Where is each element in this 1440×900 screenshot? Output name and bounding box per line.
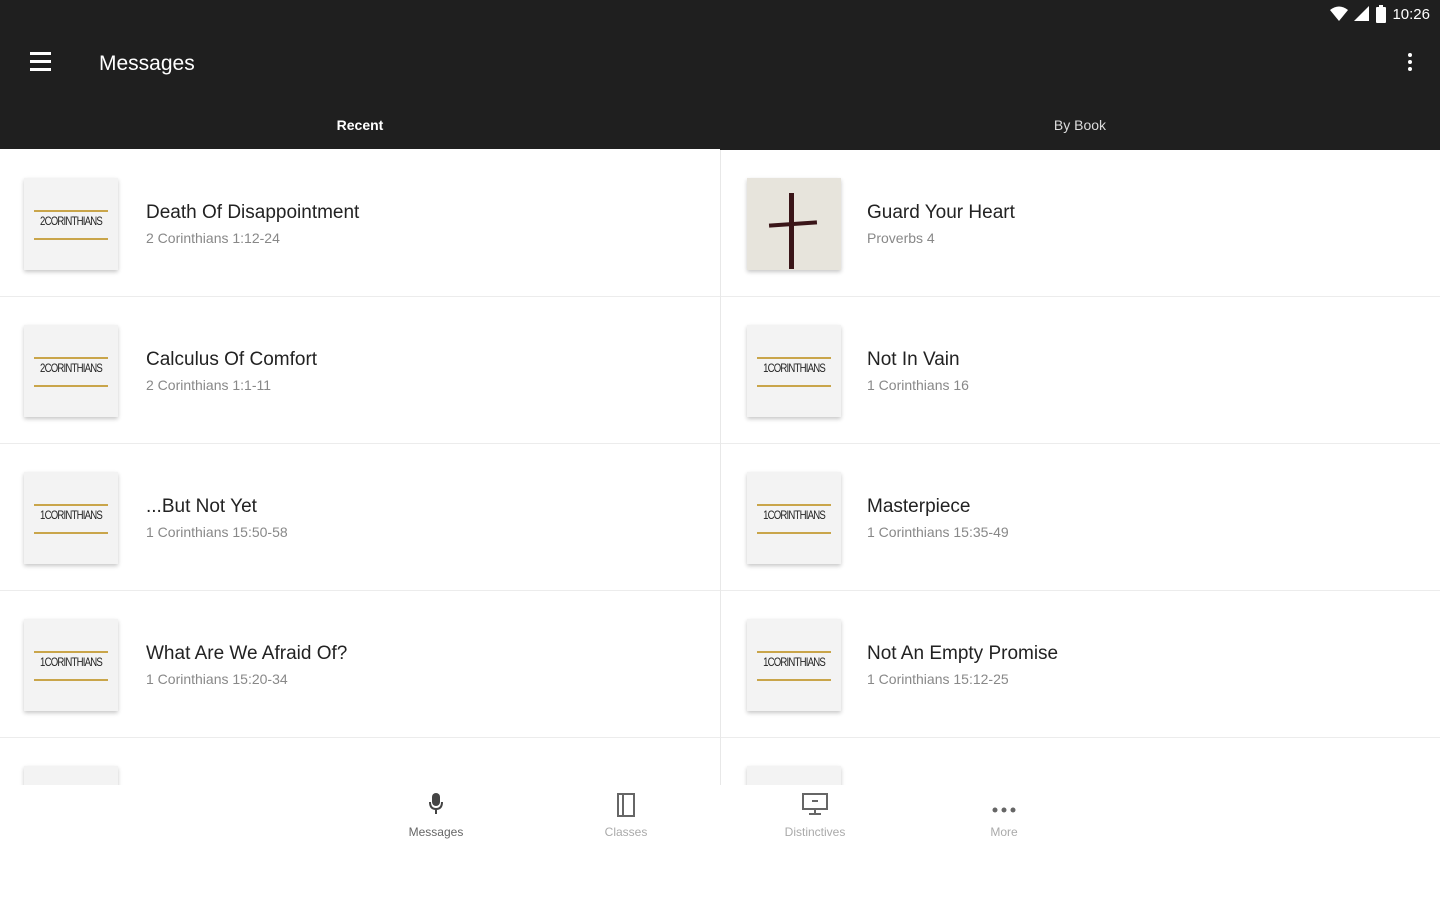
tab-recent[interactable]: Recent bbox=[0, 100, 720, 152]
message-reference: 1 Corinthians 15:35-49 bbox=[867, 524, 1009, 540]
messages-column-right: Guard Your Heart Proverbs 4 1CORINTHIANS… bbox=[721, 150, 1440, 785]
nav-messages[interactable]: Messages bbox=[376, 793, 496, 841]
status-time: 10:26 bbox=[1392, 5, 1430, 23]
list-item[interactable]: 1CORINTHIANS What Are We Afraid Of? 1 Co… bbox=[0, 591, 720, 738]
signal-icon bbox=[1354, 6, 1370, 21]
wifi-icon bbox=[1330, 6, 1349, 21]
nav-label: More bbox=[990, 825, 1018, 839]
battery-icon bbox=[1376, 5, 1387, 23]
message-reference: 2 Corinthians 1:1-11 bbox=[146, 377, 272, 393]
list-item[interactable]: 1CORINTHIANS Not An Empty Promise 1 Cori… bbox=[721, 591, 1440, 738]
book-icon bbox=[566, 793, 686, 823]
message-title: Calculus Of Comfort bbox=[146, 349, 318, 370]
message-reference: 1 Corinthians 15:20-34 bbox=[146, 671, 288, 687]
message-reference: 1 Corinthians 15:50-58 bbox=[146, 524, 288, 540]
message-thumbnail: 2CORINTHIANS bbox=[24, 325, 118, 417]
menu-icon[interactable] bbox=[26, 52, 56, 78]
message-thumbnail: 1CORINTHIANS bbox=[747, 619, 841, 711]
list-item[interactable] bbox=[0, 738, 720, 785]
tab-by-book[interactable]: By Book bbox=[720, 100, 1440, 150]
message-thumbnail: 1CORINTHIANS bbox=[24, 619, 118, 711]
message-title: ...But Not Yet bbox=[146, 496, 257, 517]
cross-image bbox=[747, 178, 841, 270]
list-item[interactable]: 2CORINTHIANS Calculus Of Comfort 2 Corin… bbox=[0, 297, 720, 444]
nav-label: Messages bbox=[408, 825, 464, 839]
message-thumbnail bbox=[747, 766, 841, 785]
nav-label: Classes bbox=[604, 825, 648, 839]
message-thumbnail: 2CORINTHIANS bbox=[24, 178, 118, 270]
message-thumbnail bbox=[747, 178, 841, 270]
message-thumbnail: 1CORINTHIANS bbox=[747, 325, 841, 417]
message-title: Not In Vain bbox=[867, 349, 960, 370]
tab-bar: Recent By Book bbox=[0, 100, 1440, 152]
message-thumbnail: 1CORINTHIANS bbox=[747, 472, 841, 564]
more-horiz-icon bbox=[944, 793, 1064, 823]
message-title: Not An Empty Promise bbox=[867, 643, 1059, 664]
message-title: Death Of Disappointment bbox=[146, 202, 360, 223]
microphone-icon bbox=[376, 793, 496, 823]
status-bar: 10:26 bbox=[0, 0, 1440, 30]
list-item[interactable]: 1CORINTHIANS Not In Vain 1 Corinthians 1… bbox=[721, 297, 1440, 444]
message-title: Masterpiece bbox=[867, 496, 971, 517]
message-title: What Are We Afraid Of? bbox=[146, 643, 348, 664]
nav-distinctives[interactable]: Distinctives bbox=[755, 793, 875, 841]
list-item[interactable]: Guard Your Heart Proverbs 4 bbox=[721, 150, 1440, 297]
nav-more[interactable]: More bbox=[944, 793, 1064, 841]
messages-list: 2CORINTHIANS Death Of Disappointment 2 C… bbox=[0, 150, 1440, 785]
app-bar: Messages bbox=[0, 30, 1440, 100]
presentation-icon bbox=[755, 793, 875, 823]
bottom-navigation: Messages Classes Distinctives More bbox=[0, 785, 1440, 900]
message-thumbnail: 1CORINTHIANS bbox=[24, 472, 118, 564]
message-thumbnail bbox=[24, 766, 118, 785]
page-title: Messages bbox=[99, 52, 195, 75]
more-vert-icon[interactable] bbox=[1400, 50, 1420, 80]
message-title: Guard Your Heart bbox=[867, 202, 1015, 223]
message-reference: 1 Corinthians 15:12-25 bbox=[867, 671, 1009, 687]
message-reference: Proverbs 4 bbox=[867, 230, 935, 246]
list-item[interactable]: 1CORINTHIANS ...But Not Yet 1 Corinthian… bbox=[0, 444, 720, 591]
list-item[interactable]: 1CORINTHIANS Masterpiece 1 Corinthians 1… bbox=[721, 444, 1440, 591]
list-item[interactable]: 2CORINTHIANS Death Of Disappointment 2 C… bbox=[0, 150, 720, 297]
nav-label: Distinctives bbox=[784, 825, 846, 839]
status-icons: 10:26 bbox=[1330, 5, 1430, 23]
message-reference: 1 Corinthians 16 bbox=[867, 377, 969, 393]
message-reference: 2 Corinthians 1:12-24 bbox=[146, 230, 280, 246]
nav-classes[interactable]: Classes bbox=[566, 793, 686, 841]
messages-column-left: 2CORINTHIANS Death Of Disappointment 2 C… bbox=[0, 150, 721, 785]
list-item[interactable] bbox=[721, 738, 1440, 785]
